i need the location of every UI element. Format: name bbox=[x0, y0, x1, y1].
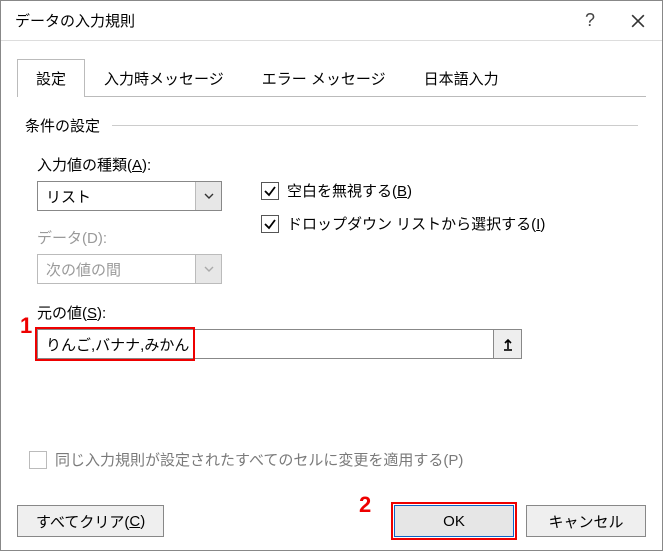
data-label: データ(D): bbox=[37, 227, 237, 248]
criteria-section-label: 条件の設定 bbox=[25, 115, 638, 136]
range-picker-button[interactable] bbox=[494, 329, 522, 359]
source-input[interactable] bbox=[37, 329, 494, 359]
allow-label: 入力値の種類(A): bbox=[37, 154, 237, 175]
data-select-value: 次の値の間 bbox=[38, 255, 195, 283]
tab-strip: 設定 入力時メッセージ エラー メッセージ 日本語入力 bbox=[17, 59, 646, 97]
close-button[interactable] bbox=[614, 1, 662, 41]
incell-dropdown-checkbox[interactable]: ドロップダウン リストから選択する(I) bbox=[261, 213, 545, 234]
allow-select-value: リスト bbox=[38, 182, 195, 210]
apply-all-label: 同じ入力規則が設定されたすべてのセルに変更を適用する(P) bbox=[55, 449, 463, 470]
tab-ime[interactable]: 日本語入力 bbox=[405, 59, 518, 97]
help-button[interactable]: ? bbox=[566, 1, 614, 41]
source-label: 元の値(S): bbox=[37, 302, 638, 323]
data-select: 次の値の間 bbox=[37, 254, 222, 284]
incell-dropdown-label: ドロップダウン リストから選択する(I) bbox=[287, 213, 545, 234]
checkbox-icon bbox=[261, 182, 279, 200]
data-validation-dialog: データの入力規則 ? 設定 入力時メッセージ エラー メッセージ 日本語入力 条… bbox=[0, 0, 663, 551]
checkbox-icon bbox=[261, 215, 279, 233]
ok-button[interactable]: OK bbox=[394, 505, 514, 537]
dialog-footer: すべてクリア(C) OK キャンセル bbox=[1, 492, 662, 550]
content-area: 設定 入力時メッセージ エラー メッセージ 日本語入力 条件の設定 入力値の種類… bbox=[1, 41, 662, 470]
cancel-button[interactable]: キャンセル bbox=[526, 505, 646, 537]
clear-all-button[interactable]: すべてクリア(C) bbox=[17, 505, 164, 537]
allow-select[interactable]: リスト bbox=[37, 181, 222, 211]
tab-error-message[interactable]: エラー メッセージ bbox=[243, 59, 405, 97]
titlebar: データの入力規則 ? bbox=[1, 1, 662, 41]
apply-all-checkbox: 同じ入力規則が設定されたすべてのセルに変更を適用する(P) bbox=[29, 449, 638, 470]
tab-settings[interactable]: 設定 bbox=[17, 59, 85, 97]
chevron-down-icon[interactable] bbox=[195, 182, 221, 210]
checkbox-icon bbox=[29, 451, 47, 469]
tab-input-message[interactable]: 入力時メッセージ bbox=[85, 59, 243, 97]
settings-panel: 条件の設定 入力値の種類(A): リスト データ(D): 次の値の間 bbox=[17, 97, 646, 470]
chevron-down-icon bbox=[195, 255, 221, 283]
window-title: データの入力規則 bbox=[15, 10, 566, 31]
ignore-blank-checkbox[interactable]: 空白を無視する(B) bbox=[261, 180, 545, 201]
ignore-blank-label: 空白を無視する(B) bbox=[287, 180, 412, 201]
